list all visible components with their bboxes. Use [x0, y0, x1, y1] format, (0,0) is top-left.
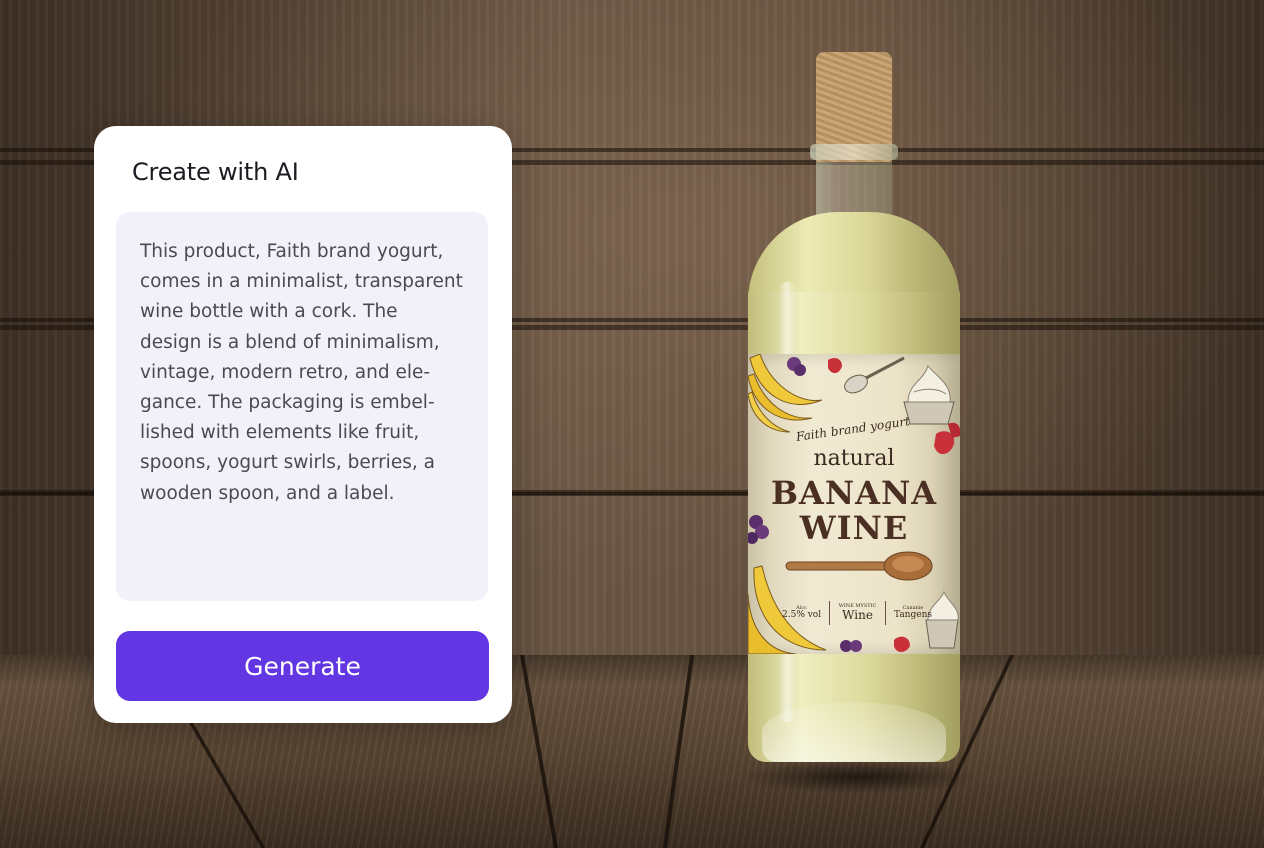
- label-natural-text: natural: [813, 446, 895, 471]
- label-info-origin: Cananie Tangens: [894, 605, 932, 621]
- spoon-icon: [844, 356, 905, 394]
- label-info-origin-value: Tangens: [894, 609, 932, 620]
- label-banana-text: BANANA: [770, 474, 938, 512]
- banana-icon: [748, 354, 823, 433]
- bottle-label: Faith brand yogurt natural BANANA WINE A…: [748, 354, 960, 654]
- generate-button[interactable]: Generate: [116, 631, 489, 701]
- label-info-type: WINE MYSTIC Wine: [839, 603, 877, 623]
- label-divider: [829, 601, 831, 625]
- wooden-spoon-icon: [785, 551, 933, 581]
- bottle-lip: [810, 144, 898, 160]
- berries-icon: [787, 357, 842, 376]
- prompt-textarea[interactable]: This product, Faith brand yogurt, comes …: [116, 212, 488, 601]
- wine-bottle-image: Faith brand yogurt natural BANANA WINE A…: [748, 52, 960, 792]
- label-info-type-value: Wine: [842, 608, 873, 623]
- label-wine-text: WINE: [799, 509, 909, 547]
- label-info-row: Alcc 2.5% vol WINE MYSTIC Wine Cananie T…: [782, 600, 932, 626]
- create-with-ai-panel: Create with AI This product, Faith brand…: [94, 126, 512, 723]
- label-divider: [884, 601, 886, 625]
- label-info-abv-value: 2.5% vol: [782, 609, 822, 620]
- berries-icon: [840, 636, 910, 652]
- panel-title: Create with AI: [132, 158, 299, 186]
- label-info-abv: Alcc 2.5% vol: [782, 605, 822, 621]
